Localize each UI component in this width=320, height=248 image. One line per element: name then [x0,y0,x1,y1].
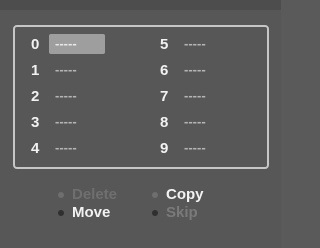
slot-value: ----- [55,140,77,155]
slot-value: ----- [49,34,105,54]
copy-option[interactable]: Copy [152,186,204,203]
copy-label: Copy [166,186,204,203]
slot-number: 3 [31,113,40,131]
move-label: Move [72,204,111,221]
slot-number: 6 [160,61,169,79]
move-option[interactable]: Move [58,204,110,221]
delete-label: Delete [72,186,118,203]
slot-5[interactable]: 5 ----- [160,33,212,55]
slot-value: ----- [55,62,77,77]
bullet-icon [152,191,158,198]
slot-3[interactable]: 3 ----- [31,111,83,133]
slot-panel: 0 ----- 1 ----- 2 ----- 3 ----- 4 ----- … [13,25,269,169]
slot-value: ----- [184,140,206,155]
slot-8[interactable]: 8 ----- [160,111,212,133]
slot-value: ----- [184,36,206,51]
bullet-icon [58,191,64,198]
slot-value: ----- [55,114,77,129]
slot-7[interactable]: 7 ----- [160,85,212,107]
delete-option[interactable]: Delete [58,186,117,203]
slot-0[interactable]: 0 ----- [31,33,105,55]
slot-number: 8 [160,113,169,131]
slot-9[interactable]: 9 ----- [160,137,212,159]
slot-2[interactable]: 2 ----- [31,85,83,107]
skip-option[interactable]: Skip [152,204,198,221]
slot-number: 0 [31,35,40,53]
slot-value: ----- [184,114,206,129]
slot-number: 5 [160,35,169,53]
slot-number: 7 [160,87,169,105]
slot-1[interactable]: 1 ----- [31,59,83,81]
slot-value: ----- [184,88,206,103]
top-strip [0,0,281,10]
slot-number: 4 [31,139,40,157]
channel-edit-screen: 0 ----- 1 ----- 2 ----- 3 ----- 4 ----- … [0,0,281,248]
slot-number: 1 [31,61,40,79]
bullet-icon [58,209,64,216]
bullet-icon [152,209,158,216]
slot-value: ----- [184,62,206,77]
slot-6[interactable]: 6 ----- [160,59,212,81]
slot-number: 2 [31,87,40,105]
slot-number: 9 [160,139,169,157]
slot-4[interactable]: 4 ----- [31,137,83,159]
slot-value: ----- [55,88,77,103]
skip-label: Skip [166,204,198,221]
